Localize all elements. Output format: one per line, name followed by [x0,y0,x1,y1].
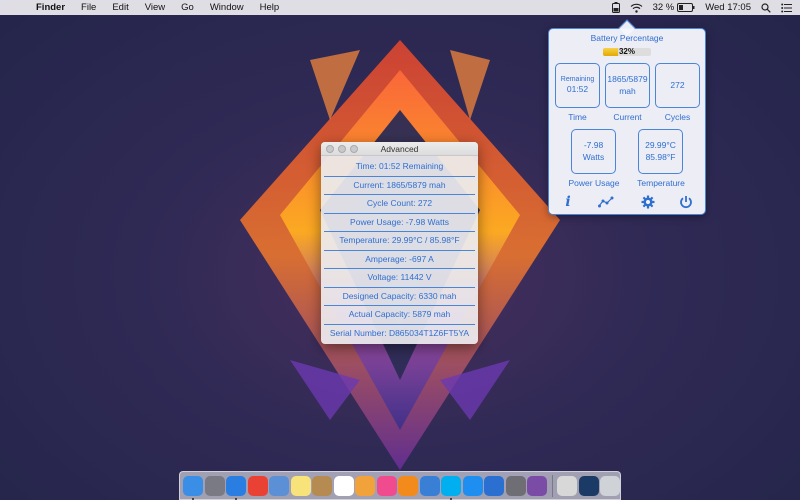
battery-percent-text: 32 % [652,2,675,13]
time-stat-label: Time [568,112,587,122]
quicktime-icon[interactable] [484,475,504,496]
info-row-designed-capacity: Designed Capacity: 6330 mah [324,288,475,306]
menu-window[interactable]: Window [202,2,252,13]
system-preferences-icon[interactable] [505,475,526,496]
gear-icon[interactable] [640,194,656,210]
info-row-serial-number: Serial Number: D865034T1Z6FT5YA [329,327,470,338]
menu-file[interactable]: File [73,2,104,13]
power-stat-line1: -7.98 [583,140,604,151]
minimize-button[interactable] [338,145,346,153]
clock[interactable]: Wed 17:05 [705,2,751,13]
activity-monitor-icon[interactable] [557,475,577,496]
notes-icon[interactable] [290,475,311,496]
info-row-current: Current: 1865/5879 mah [324,177,475,195]
battery-app-status-icon[interactable] [611,2,620,13]
time-stat-value: 01:52 [566,84,589,95]
current-stat-line1: 1865/5879 [607,74,648,85]
menu-app-name[interactable]: Finder [28,2,73,13]
cycles-stat-label: Cycles [664,112,691,122]
spotlight-search-icon[interactable] [761,2,771,13]
temperature-stat-box: 29.99°C 85.98°F [638,129,683,174]
info-row-actual-capacity: Actual Capacity: 5879 mah [324,306,475,325]
menu-help[interactable]: Help [252,2,288,13]
menu-bar: Finder File Edit View Go Window Help 32 … [0,0,800,15]
close-button[interactable] [326,145,334,153]
advanced-info-list: Time: 01:52 Remaining Current: 1865/5879… [321,156,478,343]
info-row-amperage: Amperage: -697 A [324,251,475,269]
instruments-icon[interactable] [527,475,547,496]
info-row-cycle-count: Cycle Count: 272 [324,195,475,214]
notification-center-icon[interactable] [781,3,792,13]
temperature-stat-line1: 29.99°C [645,140,676,151]
current-stat-box: 1865/5879 mah [605,63,650,108]
battery-icon [677,3,695,12]
cycles-stat-value: 272 [670,79,685,90]
power-stat-label: Power Usage [568,178,620,188]
temperature-stat-label: Temperature [637,178,685,188]
time-stat-top: Remaining [560,76,595,84]
current-stat-label: Current [613,112,642,122]
info-row-power-usage: Power Usage: -7.98 Watts [324,214,475,232]
contacts-icon[interactable] [312,475,332,496]
calendar-icon[interactable] [333,475,354,496]
info-icon[interactable]: i [560,194,576,210]
itunes-icon[interactable] [376,475,397,496]
popover-title: Battery Percentage [590,33,664,43]
ibooks-icon[interactable] [398,475,418,496]
trash-icon[interactable] [600,475,620,496]
info-row-voltage: Voltage: 11442 V [324,269,475,288]
finder-icon[interactable] [183,475,203,500]
power-icon[interactable] [678,194,694,210]
photos-icon[interactable] [355,475,375,496]
chrome-icon[interactable] [247,475,268,496]
advanced-window: Advanced Time: 01:52 Remaining Current: … [321,142,478,344]
window-titlebar[interactable]: Advanced [321,142,478,156]
cycles-stat-box: 272 [655,63,700,108]
graph-icon[interactable] [598,194,614,210]
battery-status[interactable]: 32 % [653,2,696,13]
skype-icon[interactable] [441,475,461,500]
menu-go[interactable]: Go [173,2,202,13]
dock [179,471,621,500]
launchpad-icon[interactable] [204,475,225,496]
time-stat-box: Remaining 01:52 [555,63,600,108]
battery-popover: Battery Percentage 32% Remaining 01:52 T… [548,19,706,215]
app-store-icon[interactable] [462,475,483,496]
safari-icon[interactable] [226,475,246,500]
power-stat-line2: Watts [582,151,605,162]
zoom-button[interactable] [350,145,358,153]
desktop-stack-icon[interactable] [578,475,599,496]
menu-edit[interactable]: Edit [104,2,136,13]
temperature-stat-line2: 85.98°F [645,151,676,162]
wifi-icon[interactable] [630,3,643,13]
preview-icon[interactable] [269,475,289,496]
current-stat-line2: mah [619,85,636,96]
info-row-time: Time: 01:52 Remaining [324,158,475,177]
power-stat-box: -7.98 Watts [571,129,616,174]
dock-separator [551,474,553,497]
info-row-temperature: Temperature: 29.99°C / 85.98°F [324,232,475,251]
xcode-icon[interactable] [419,475,440,496]
battery-level-text: 32% [618,47,635,56]
menu-view[interactable]: View [137,2,173,13]
